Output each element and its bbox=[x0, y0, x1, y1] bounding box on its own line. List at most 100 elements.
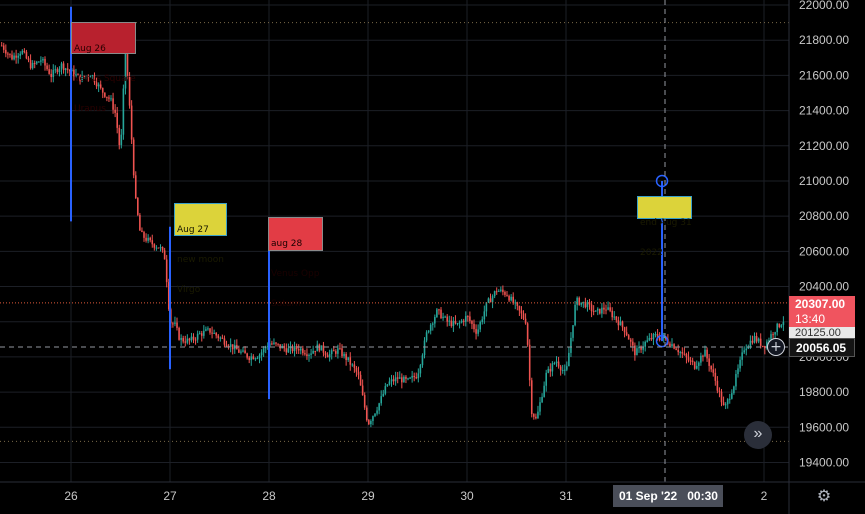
candle-body bbox=[405, 376, 407, 379]
candle-body bbox=[557, 361, 560, 367]
candle-body bbox=[306, 354, 308, 357]
annotation-aug27-line-2: new moon bbox=[177, 255, 224, 265]
candle-body bbox=[530, 380, 533, 415]
candle-body bbox=[223, 338, 226, 345]
annotation-aug31-line-2: 2022 bbox=[640, 248, 663, 258]
candle-body bbox=[613, 316, 616, 318]
candle-body bbox=[345, 353, 347, 361]
candle-body bbox=[555, 361, 558, 364]
candle-body bbox=[572, 325, 574, 338]
candle-body bbox=[712, 369, 715, 373]
candle-body bbox=[380, 396, 382, 404]
price-axis-label: 21600.00 bbox=[799, 68, 849, 82]
chart-settings-button[interactable]: ⚙ bbox=[814, 486, 834, 506]
candle-body bbox=[751, 340, 754, 343]
candle-body bbox=[733, 386, 735, 394]
candle-body bbox=[700, 355, 702, 363]
candle-body bbox=[514, 302, 517, 304]
candle-body bbox=[33, 63, 36, 65]
candle-body bbox=[644, 341, 646, 347]
candle-body bbox=[401, 377, 403, 383]
candle-body bbox=[378, 403, 380, 411]
candle-body bbox=[339, 348, 341, 350]
candle-body bbox=[279, 344, 281, 349]
candle-body bbox=[48, 69, 50, 74]
time-axis-label: 27 bbox=[163, 489, 177, 503]
candle-body bbox=[596, 308, 599, 311]
candle-body bbox=[504, 291, 506, 295]
candle-body bbox=[605, 309, 607, 311]
candle-body bbox=[21, 50, 24, 54]
candle-body bbox=[11, 54, 13, 60]
candle-body bbox=[44, 58, 46, 66]
add-alert-button[interactable]: + bbox=[767, 338, 785, 356]
price-axis-label: 21200.00 bbox=[799, 139, 849, 153]
candle-body bbox=[38, 61, 40, 63]
candle-body bbox=[693, 362, 696, 369]
candle-body bbox=[157, 247, 160, 249]
candle-body bbox=[772, 334, 774, 336]
candle-body bbox=[590, 304, 593, 312]
candle-body bbox=[176, 322, 178, 328]
candle-body bbox=[60, 63, 63, 69]
candle-body bbox=[211, 332, 213, 334]
candle-body bbox=[526, 323, 529, 345]
candle-body bbox=[485, 302, 488, 312]
candle-body bbox=[341, 348, 343, 357]
candle-body bbox=[603, 307, 605, 310]
candle-body bbox=[757, 338, 760, 342]
candle-body bbox=[250, 356, 253, 361]
scroll-to-realtime-button[interactable]: » bbox=[744, 421, 772, 449]
candle-body bbox=[677, 349, 679, 353]
candle-body bbox=[19, 53, 22, 56]
candle-body bbox=[502, 289, 504, 292]
candle-body bbox=[244, 350, 246, 354]
candle-body bbox=[382, 393, 385, 397]
candle-body bbox=[203, 330, 205, 336]
candle-body bbox=[376, 410, 378, 414]
candle-body bbox=[42, 58, 44, 61]
annotation-aug28[interactable]: aug 28 Venus Opp Saturn bbox=[268, 217, 323, 309]
candle-body bbox=[452, 320, 455, 327]
candle-body bbox=[450, 320, 453, 327]
candle-body bbox=[545, 372, 547, 386]
candle-body bbox=[40, 60, 42, 62]
candle-body bbox=[735, 374, 737, 387]
candle-body bbox=[58, 68, 61, 73]
candle-body bbox=[427, 330, 430, 333]
candle-body bbox=[658, 337, 661, 340]
candle-body bbox=[592, 311, 595, 313]
candle-body bbox=[722, 402, 725, 406]
candle-body bbox=[35, 61, 38, 64]
candle-body bbox=[368, 420, 370, 425]
candle-body bbox=[473, 323, 475, 330]
candle-body bbox=[520, 310, 523, 314]
price-axis-label: 21000.00 bbox=[799, 174, 849, 188]
candle-body bbox=[726, 399, 729, 405]
candle-body bbox=[240, 351, 242, 353]
candle-body bbox=[458, 322, 461, 324]
candle-body bbox=[510, 296, 512, 301]
candle-body bbox=[446, 316, 448, 322]
candle-body bbox=[314, 350, 316, 352]
candle-body bbox=[619, 321, 622, 326]
candle-body bbox=[134, 175, 137, 199]
candle-body bbox=[242, 350, 244, 352]
annotation-aug31[interactable]: end Aug 31 2022 bbox=[637, 196, 692, 258]
crosshair-price-tag: 20056.05 bbox=[789, 338, 855, 357]
candle-body bbox=[669, 343, 671, 347]
candle-body bbox=[188, 338, 191, 341]
candle-body bbox=[522, 313, 525, 319]
candle-body bbox=[161, 247, 164, 251]
annotation-aug27-line-1: Aug 27 bbox=[177, 225, 209, 235]
candle-body bbox=[343, 353, 345, 357]
candle-body bbox=[120, 134, 123, 146]
candle-body bbox=[409, 377, 411, 379]
candle-body bbox=[52, 69, 55, 78]
candle-body bbox=[17, 55, 19, 58]
candle-body bbox=[287, 348, 290, 353]
candle-body bbox=[508, 295, 510, 301]
annotation-aug26[interactable]: Aug 26 Venus Square Uranus bbox=[71, 22, 136, 114]
annotation-aug27[interactable]: Aug 27 new moon Virgo bbox=[174, 203, 227, 295]
candle-body bbox=[553, 363, 556, 365]
